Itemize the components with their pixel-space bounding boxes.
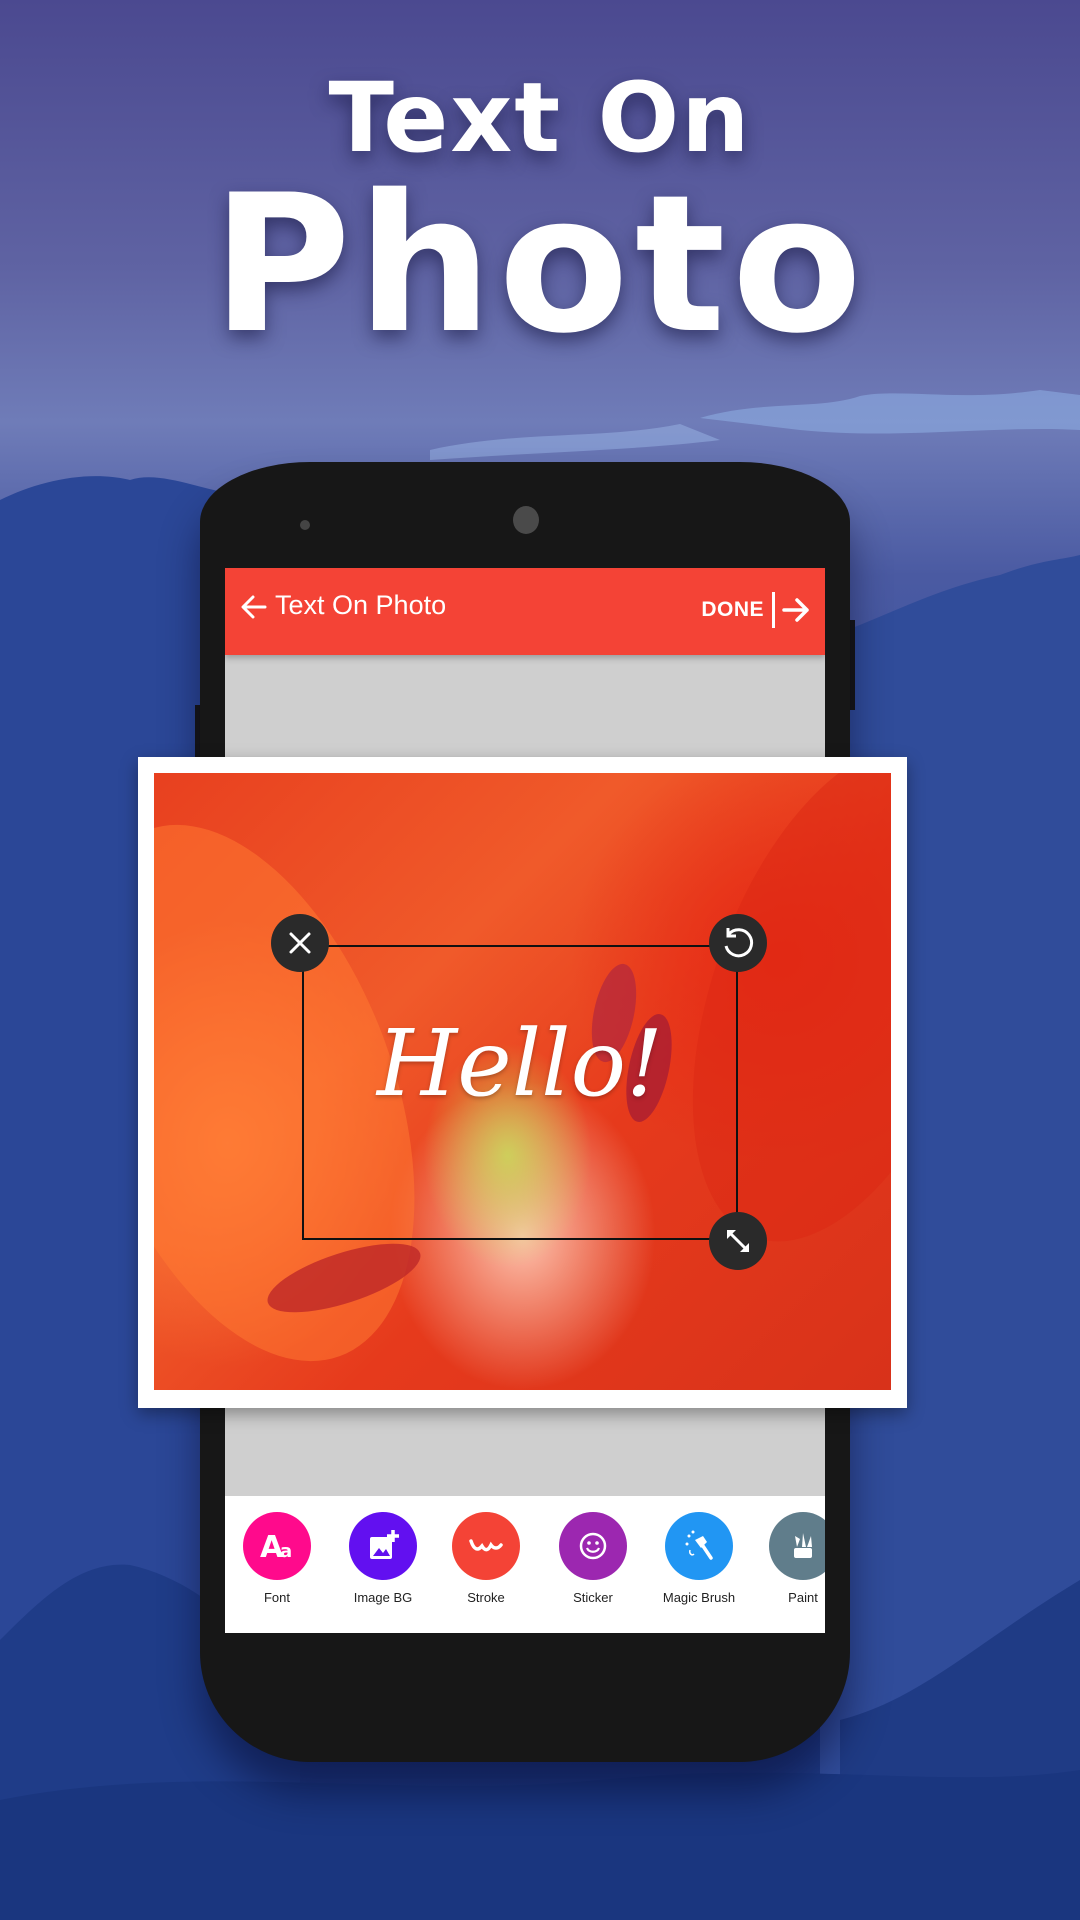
tool-magic-brush[interactable]: Magic Brush xyxy=(644,1512,754,1605)
close-icon xyxy=(289,932,311,954)
rotate-icon xyxy=(724,928,754,958)
done-divider xyxy=(772,592,775,628)
tool-font[interactable]: Aa Font xyxy=(225,1512,332,1605)
phone-camera xyxy=(513,506,539,534)
paint-icon xyxy=(769,1512,825,1580)
done-label: DONE xyxy=(701,598,764,621)
tool-label: Sticker xyxy=(573,1590,613,1605)
phone-sensor xyxy=(300,520,310,530)
app-bar: Text On Photo DONE xyxy=(225,568,825,655)
tool-label: Font xyxy=(263,1590,290,1605)
headline-line-2: Photo xyxy=(211,154,869,375)
forward-arrow-icon xyxy=(782,598,809,622)
tool-stroke[interactable]: Stroke xyxy=(431,1512,541,1605)
app-title: Text On Photo xyxy=(275,590,447,620)
magic-brush-icon xyxy=(665,1512,733,1580)
tool-label: Paint xyxy=(788,1590,818,1605)
resize-icon xyxy=(726,1229,750,1253)
tool-label: Magic Brush xyxy=(662,1590,736,1605)
tool-image-bg[interactable]: Image BG xyxy=(328,1512,438,1605)
tool-label: Stroke xyxy=(467,1590,505,1605)
canvas-text[interactable]: Hello! xyxy=(300,1010,740,1117)
svg-text:a: a xyxy=(280,1541,292,1562)
smiley-icon xyxy=(559,1512,627,1580)
tool-label: Image BG xyxy=(353,1590,413,1605)
stroke-icon xyxy=(452,1512,520,1580)
delete-handle[interactable] xyxy=(271,914,329,972)
tool-bar: Aa Font Image BG Stroke Sticker Magic Br… xyxy=(225,1496,825,1633)
back-arrow-icon[interactable] xyxy=(239,592,269,622)
done-button[interactable]: DONE xyxy=(701,590,811,630)
resize-handle[interactable] xyxy=(709,1212,767,1270)
font-icon: Aa xyxy=(243,1512,311,1580)
tool-paint[interactable]: Paint xyxy=(748,1512,825,1605)
add-image-icon xyxy=(349,1512,417,1580)
tool-sticker[interactable]: Sticker xyxy=(538,1512,648,1605)
rotate-handle[interactable] xyxy=(709,914,767,972)
